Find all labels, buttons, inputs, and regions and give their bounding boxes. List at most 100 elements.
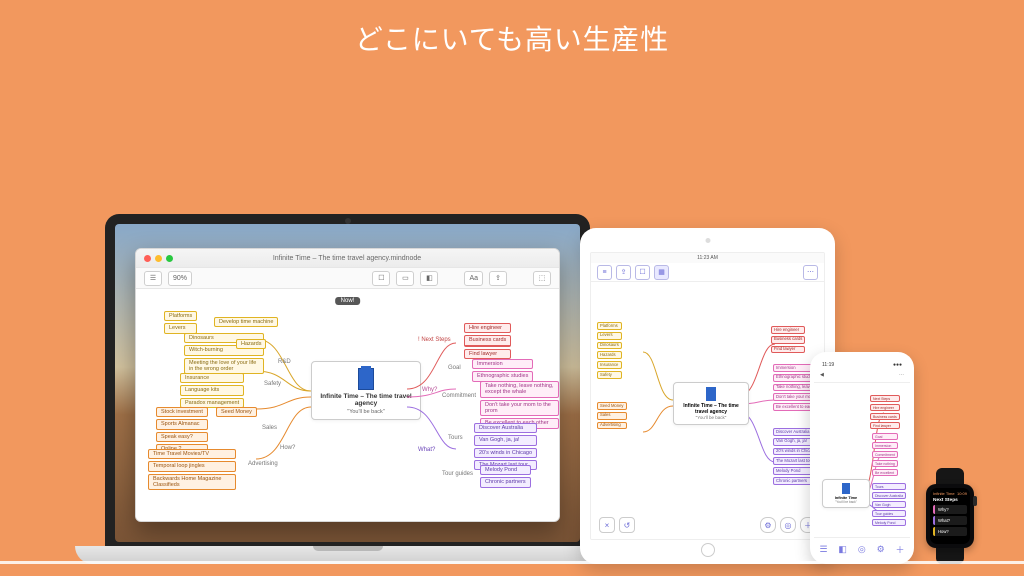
mindmap-node[interactable]: 20's winds in Chicago xyxy=(474,448,537,458)
iphone-navbar: ◀ ⋯ xyxy=(814,368,910,383)
minimize-icon[interactable] xyxy=(155,255,162,262)
watch-row[interactable]: What? xyxy=(933,516,967,525)
outline-button[interactable]: ☰ xyxy=(819,544,827,555)
watch-row[interactable]: How? xyxy=(933,527,967,536)
mindmap-node[interactable]: Commitment xyxy=(872,451,898,458)
mindmap-node[interactable]: Van Gogh, ja, ja! xyxy=(474,435,537,445)
mindmap-node[interactable]: Melody Pond xyxy=(480,465,531,475)
mindmap-node[interactable]: Hazards xyxy=(236,339,266,349)
digital-crown[interactable] xyxy=(973,496,977,506)
view-button[interactable]: ▦ xyxy=(654,265,669,280)
style-button[interactable]: ◧ xyxy=(838,544,847,555)
zoom-icon[interactable] xyxy=(166,255,173,262)
mindmap-node[interactable]: Don't take your mom to the prom xyxy=(480,400,559,417)
mindmap-node[interactable]: Find lawyer xyxy=(870,422,900,429)
mindmap-node[interactable]: Dinosaurs xyxy=(597,342,622,350)
mindmap-node[interactable]: Goal xyxy=(872,433,898,440)
mindmap-node[interactable]: Take nothing xyxy=(872,460,898,467)
watch-back[interactable]: Infinite Time xyxy=(933,491,955,496)
mindmap-node[interactable]: Temporal loop jingles xyxy=(148,461,236,471)
focus-button[interactable]: ◎ xyxy=(780,517,796,533)
mindmap-node[interactable]: Next Steps xyxy=(870,395,900,402)
mindmap-node[interactable]: Business cards xyxy=(464,335,511,346)
mindmap-node[interactable]: Immersion xyxy=(472,359,533,369)
center-node[interactable]: Infinite Time "You'll be back" xyxy=(822,479,870,508)
share-button[interactable]: ⇪ xyxy=(489,271,507,286)
mindmap-node[interactable]: Safety xyxy=(597,371,622,379)
traffic-lights[interactable] xyxy=(144,255,173,262)
mindmap-node[interactable]: Advertising xyxy=(597,422,627,430)
mindmap-node[interactable]: Be excellent xyxy=(872,469,898,476)
mindmap-node[interactable]: Time Travel Movies/TV xyxy=(148,449,236,459)
more-button[interactable]: ⋯ xyxy=(803,265,818,280)
mindmap-node[interactable]: Chronic partners xyxy=(480,477,531,487)
mindmap-canvas[interactable]: Now! Infinite Time – The time travel age… xyxy=(136,289,559,521)
mindmap-node[interactable]: Discover Australia xyxy=(872,492,906,499)
node-column: Tours Discover Australia Van Gogh Tour g… xyxy=(872,483,906,526)
mindmap-node[interactable]: Levers xyxy=(597,332,622,340)
mindmap-node[interactable]: Melody Pond xyxy=(872,519,906,526)
center-subtitle: "You'll be back" xyxy=(678,415,744,420)
focus-button[interactable]: ◎ xyxy=(858,544,866,555)
outline-button[interactable]: ☐ xyxy=(372,271,390,286)
mindmap-node[interactable]: Meeting the love of your life in the wro… xyxy=(184,358,264,375)
mindmap-node[interactable]: Develop time machine xyxy=(214,317,278,327)
add-button[interactable]: ＋ xyxy=(896,543,905,556)
mindmap-node[interactable]: Hazards xyxy=(597,351,622,359)
mindmap-node[interactable]: Insurance xyxy=(180,373,244,383)
settings-button[interactable]: ⚙ xyxy=(760,517,776,533)
iphone-canvas[interactable]: Infinite Time "You'll be back" Next Step… xyxy=(814,383,910,537)
settings-button[interactable]: ⚙ xyxy=(877,544,885,555)
mindmap-node[interactable]: Hire engineer xyxy=(464,323,511,333)
mindmap-node[interactable]: Platforms xyxy=(597,322,622,330)
mindmap-node[interactable]: Take nothing, leave nothing, except the … xyxy=(480,381,559,398)
mindmap-node[interactable]: Seed Money xyxy=(216,407,257,417)
mindmap-node[interactable]: Seed Money xyxy=(597,402,627,410)
mindmap-node[interactable]: Sales xyxy=(597,412,627,420)
outline-button[interactable]: ☐ xyxy=(635,265,650,280)
mindmap-node[interactable]: Speak easy? xyxy=(156,432,208,442)
mindmap-node[interactable]: Backwards Home Magazine Classifieds xyxy=(148,474,236,491)
share-button[interactable]: ⇪ xyxy=(616,265,631,280)
mindnode-window: Infinite Time – The time travel agency.m… xyxy=(135,248,560,522)
mindmap-node[interactable]: Immersion xyxy=(872,442,898,449)
home-button[interactable] xyxy=(701,543,715,557)
headline: どこにいても高い生産性 xyxy=(0,18,1024,58)
undo-button[interactable]: × xyxy=(599,517,615,533)
ipad-canvas[interactable]: Infinite Time – The time travel agency "… xyxy=(591,282,824,539)
mindmap-node[interactable]: Language kits xyxy=(180,385,244,395)
sidebar-toggle-button[interactable]: ☰ xyxy=(144,271,162,286)
mindmap-node[interactable]: Hire engineer xyxy=(870,404,900,411)
style-button[interactable]: ◧ xyxy=(420,271,438,286)
theme-button[interactable]: Aa xyxy=(464,271,483,286)
layout-button[interactable]: ▭ xyxy=(396,271,414,286)
mindmap-node[interactable]: Business cards xyxy=(870,413,900,420)
mindmap-node[interactable]: Find lawyer xyxy=(771,346,805,354)
mindmap-node[interactable]: Find lawyer xyxy=(464,349,511,359)
mindmap-node[interactable]: Discover Australia xyxy=(474,423,537,433)
group-label: Commitment xyxy=(442,393,476,399)
group-label: R&D xyxy=(278,359,291,365)
mindmap-node[interactable]: Tour guides xyxy=(872,510,906,517)
mindmap-node[interactable]: Platforms xyxy=(164,311,197,321)
group-label: Tours xyxy=(448,435,463,441)
zoom-level[interactable]: 90% xyxy=(168,271,192,286)
close-icon[interactable] xyxy=(144,255,151,262)
inspector-button[interactable]: ⬚ xyxy=(533,271,551,286)
mindmap-node[interactable]: Insurance xyxy=(597,361,622,369)
watch-face[interactable]: Infinite Time 10:09 Next Steps Why? What… xyxy=(930,488,970,544)
mindmap-node[interactable]: Business cards xyxy=(771,336,805,344)
more-button[interactable]: ⋯ xyxy=(899,372,904,378)
center-node[interactable]: Infinite Time – The time travel agency "… xyxy=(673,382,749,425)
mindmap-node[interactable]: Stock investment xyxy=(156,407,208,417)
redo-button[interactable]: ↺ xyxy=(619,517,635,533)
center-node[interactable]: Infinite Time – The time travel agency "… xyxy=(311,361,421,420)
mindmap-node[interactable]: Sports Almanac xyxy=(156,419,208,429)
back-button[interactable]: ◀ xyxy=(820,372,824,378)
watch-row[interactable]: Why? xyxy=(933,505,967,514)
mindmap-node[interactable]: Van Gogh xyxy=(872,501,906,508)
iphone-toolbar: ☰ ◧ ◎ ⚙ ＋ xyxy=(814,537,910,560)
mindmap-node[interactable]: Hire engineer xyxy=(771,326,805,334)
mindmap-node[interactable]: Tours xyxy=(872,483,906,490)
back-button[interactable]: ≡ xyxy=(597,265,612,280)
